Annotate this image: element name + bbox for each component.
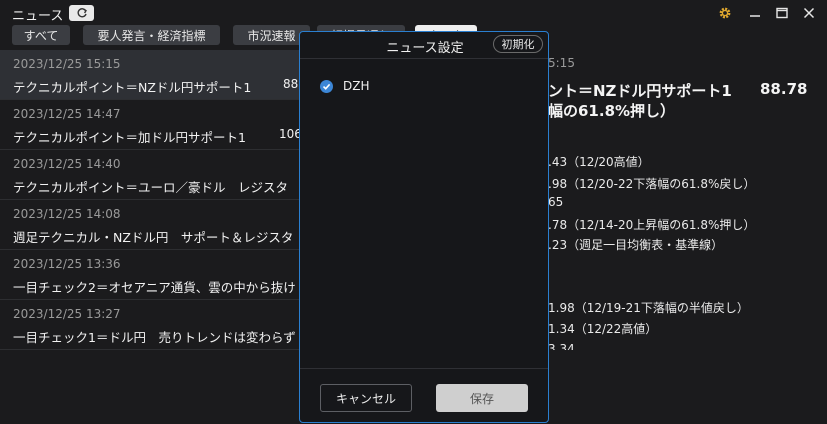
detail-line: .98（12/20-22下落幅の61.8%戻し） [548,177,756,191]
detail-line: 1.98（12/19-21下落幅の半値戻し） [548,301,749,315]
divider [300,58,548,59]
news-headline: テクニカルポイント＝ユーロ／豪ドル レジスタ [13,180,289,195]
news-row[interactable]: 2023/12/25 14:08 週足テクニカル・NZドル円 サポート＆レジスタ [0,200,300,250]
detail-line: .78（12/14-20上昇幅の61.8%押し） [548,218,756,232]
detail-time: 5:15 [548,56,575,70]
detail-line: 1.34（12/22高値） [548,322,658,336]
news-row[interactable]: 2023/12/25 15:15 テクニカルポイント＝NZドル円サポート1 88… [0,50,317,100]
gear-icon [719,7,731,19]
news-row[interactable]: 2023/12/25 13:27 一目チェック1＝ドル円 売りトレンドは変わらず [0,300,300,350]
news-window: ニュース すべて 要人発言・経済指標 市況速報 2023/12/25 15:15… [0,0,827,424]
detail-line: 65 [548,195,564,209]
news-headline: テクニカルポイント＝加ドル円サポート1 [13,130,246,145]
maximize-button[interactable] [773,4,791,22]
window-title: ニュース [12,9,64,24]
refresh-icon [77,8,87,18]
check-icon [320,79,333,93]
news-time: 2023/12/25 15:15 [13,57,121,71]
news-detail-pane: 5:15 ント＝NZドル円サポート1 88.78 幅の61.8%押し） .43（… [548,50,827,350]
maximize-icon [776,7,788,19]
detail-line: 3.34 [548,342,575,350]
news-headline: 一目チェック2＝オセアニア通貨、雲の中から抜け [13,280,296,295]
news-headline: 一目チェック1＝ドル円 売りトレンドは変わらず [13,330,296,345]
settings-button[interactable] [716,4,734,22]
detail-line: .43（12/20高値） [548,155,650,169]
tab-statements-indicators[interactable]: 要人発言・経済指標 [83,25,220,45]
close-icon [803,7,815,19]
save-button[interactable]: 保存 [436,384,528,412]
option-label: DZH [343,79,370,93]
news-settings-dialog: ニュース設定 初期化 DZH キャンセル 保存 [299,31,549,423]
reset-button[interactable]: 初期化 [493,35,543,53]
news-time: 2023/12/25 13:27 [13,307,121,321]
detail-title: ント＝NZドル円サポート1 [548,82,732,100]
refresh-button[interactable] [69,5,94,21]
news-headline: テクニカルポイント＝NZドル円サポート1 [13,80,252,95]
close-button[interactable] [800,4,818,22]
news-headline: 週足テクニカル・NZドル円 サポート＆レジスタ [13,230,294,245]
news-time: 2023/12/25 13:36 [13,257,121,271]
tab-all[interactable]: すべて [12,25,70,45]
detail-price: 88.78 [760,80,808,98]
source-option-dzh[interactable]: DZH [320,79,369,93]
minimize-icon [750,15,760,17]
detail-line: .23（週足一目均衡表・基準線） [548,238,724,252]
news-row[interactable]: 2023/12/25 14:40 テクニカルポイント＝ユーロ／豪ドル レジスタ [0,150,300,200]
news-list: 2023/12/25 15:15 テクニカルポイント＝NZドル円サポート1 88… [0,50,317,350]
news-row[interactable]: 2023/12/25 14:47 テクニカルポイント＝加ドル円サポート1 106 [0,100,302,150]
news-time: 2023/12/25 14:47 [13,107,121,121]
cancel-button[interactable]: キャンセル [320,384,412,412]
detail-subtitle: 幅の61.8%押し） [548,102,676,120]
news-time: 2023/12/25 14:08 [13,207,121,221]
divider [300,368,548,369]
title-bar: ニュース [0,0,827,26]
news-time: 2023/12/25 14:40 [13,157,121,171]
minimize-button[interactable] [746,4,764,22]
news-row[interactable]: 2023/12/25 13:36 一目チェック2＝オセアニア通貨、雲の中から抜け [0,250,300,300]
